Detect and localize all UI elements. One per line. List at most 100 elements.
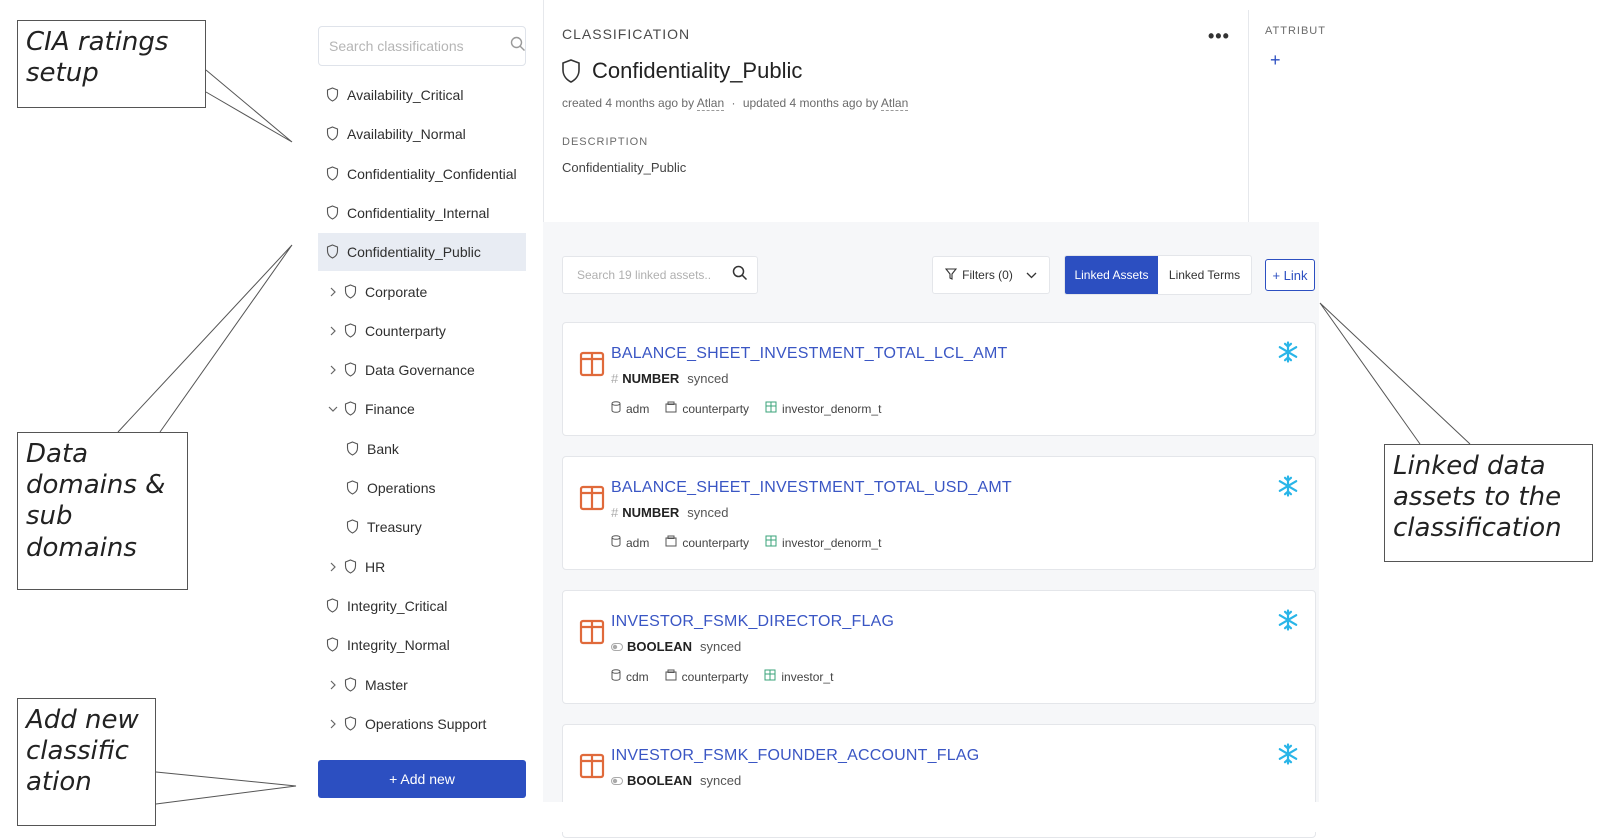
asset-card[interactable]: BALANCE_SHEET_INVESTMENT_TOTAL_LCL_AMT # N… [562,322,1316,436]
schema-icon [665,401,677,416]
asset-name-link[interactable]: BALANCE_SHEET_INVESTMENT_TOTAL_USD_AMT [611,479,1012,497]
sidebar-item[interactable]: Data Governance [318,351,526,389]
classification-search[interactable] [318,26,526,66]
asset-name-link[interactable]: INVESTOR_FSMK_DIRECTOR_FLAG [611,613,894,631]
asset-type-line: BOOLEAN synced [611,773,741,788]
asset-card[interactable]: BALANCE_SHEET_INVESTMENT_TOTAL_USD_AMT # N… [562,456,1316,570]
classification-search-input[interactable] [329,38,510,54]
more-options-button[interactable]: ••• [1208,26,1230,47]
sidebar-item[interactable]: Confidentiality_Internal [318,194,526,232]
asset-table[interactable]: investor_denorm_t [782,536,881,550]
chevron-right-icon[interactable] [326,680,340,690]
sidebar-item[interactable]: Counterparty [318,312,526,350]
sidebar-item-label: Confidentiality_Internal [347,204,490,221]
chevron-right-icon[interactable] [326,287,340,297]
shield-icon [560,58,582,89]
description-value: Confidentiality_Public [562,160,687,175]
asset-table[interactable]: investor_t [781,670,833,684]
sidebar-item[interactable]: Master [318,666,526,704]
asset-type-line: # NUMBER synced [611,505,729,520]
chevron-right-icon[interactable] [326,562,340,572]
add-new-button[interactable]: + Add new [318,760,526,798]
linked-assets-search[interactable] [562,256,758,294]
add-attribute-button[interactable]: + [1270,50,1281,71]
asset-schema[interactable]: counterparty [682,536,749,550]
snowflake-icon [1277,743,1299,765]
snowflake-icon [1277,609,1299,631]
sidebar-item[interactable]: Availability_Normal [318,115,526,153]
chevron-right-icon[interactable] [326,365,340,375]
asset-status: synced [700,773,742,788]
chevron-right-icon[interactable] [326,326,340,336]
sidebar-item-label: Availability_Critical [347,87,464,103]
shield-icon [344,362,358,378]
shield-icon [326,598,340,614]
attributes-divider [1248,10,1249,222]
shield-icon [326,126,340,142]
asset-name-link[interactable]: INVESTOR_FSMK_FOUNDER_ACCOUNT_FLAG [611,747,979,765]
sidebar-item[interactable]: Integrity_Normal [318,626,526,664]
filter-icon [945,267,958,283]
sidebar-item[interactable]: Finance [318,390,526,428]
asset-table[interactable]: investor_denorm_t [782,402,881,416]
sidebar-item[interactable]: HR [318,548,526,586]
snowflake-icon [1277,341,1299,363]
sidebar-item[interactable]: Confidentiality_Confidential [318,155,526,193]
sidebar-item-label: Availability_Normal [347,126,466,143]
shield-icon [344,401,358,417]
shield-icon [326,87,340,103]
linked-tabs: Linked Assets Linked Terms [1064,255,1252,295]
asset-database[interactable]: adm [626,536,649,550]
sidebar-item[interactable]: Operations Support [318,705,526,743]
sidebar-item[interactable]: Treasury [318,508,526,546]
filters-button[interactable]: Filters (0) [932,256,1050,294]
classification-meta: created 4 months ago by Atlan · updated … [562,96,909,111]
sidebar-item-label: Integrity_Normal [347,637,450,654]
annotation-add-new: Add new classific ation [17,698,156,826]
sidebar-item-label: Master [365,676,408,693]
asset-schema[interactable]: counterparty [682,402,749,416]
asset-card[interactable]: INVESTOR_FSMK_DIRECTOR_FLAG BOOLEAN synced… [562,590,1316,704]
chevron-down-icon [1026,268,1037,282]
tab-linked-terms[interactable]: Linked Terms [1158,256,1251,294]
sidebar-item[interactable]: Integrity_Critical [318,587,526,625]
asset-data-type: BOOLEAN [627,773,692,788]
boolean-type-icon [611,773,623,788]
sidebar-item[interactable]: Corporate [318,273,526,311]
link-button[interactable]: + Link [1265,259,1315,291]
page-title: Confidentiality_Public [592,58,803,83]
sidebar-item-label: Confidentiality_Public [347,244,481,261]
table-icon [765,401,777,416]
asset-name-link[interactable]: BALANCE_SHEET_INVESTMENT_TOTAL_LCL_AMT [611,345,1007,363]
sidebar-item-label: Operations [367,480,436,496]
asset-database[interactable]: cdm [626,670,649,684]
database-icon [611,535,621,550]
linked-assets-search-input[interactable] [577,268,732,282]
asset-data-type: NUMBER [622,371,680,386]
column-icon [579,619,605,645]
asset-path: adm counterparty investor_denorm_t [611,535,891,550]
column-icon [579,351,605,377]
sidebar-item-label: Operations Support [365,715,487,732]
chevron-down-icon[interactable] [326,406,340,413]
asset-schema[interactable]: counterparty [682,670,749,684]
sidebar-item[interactable]: Availability_Critical [318,76,526,114]
chevron-right-icon[interactable] [326,719,340,729]
sidebar-item-label: Counterparty [365,322,446,339]
created-by-link[interactable]: Atlan [696,96,725,111]
meta-updated: updated 4 months ago by [742,96,879,110]
sidebar-item-label: Data Governance [365,362,475,379]
asset-database[interactable]: adm [626,402,649,416]
database-icon [611,401,621,416]
tab-linked-assets[interactable]: Linked Assets [1065,256,1158,294]
shield-icon [344,716,358,732]
shield-icon [344,559,358,575]
shield-icon [326,205,340,221]
sidebar-item-label: HR [365,558,386,575]
sidebar-item[interactable]: Operations [318,469,526,507]
schema-icon [665,669,677,684]
updated-by-link[interactable]: Atlan [880,96,909,111]
sidebar-item[interactable]: Confidentiality_Public [318,233,526,272]
sidebar-item[interactable]: Bank [318,430,526,468]
asset-status: synced [687,505,729,520]
